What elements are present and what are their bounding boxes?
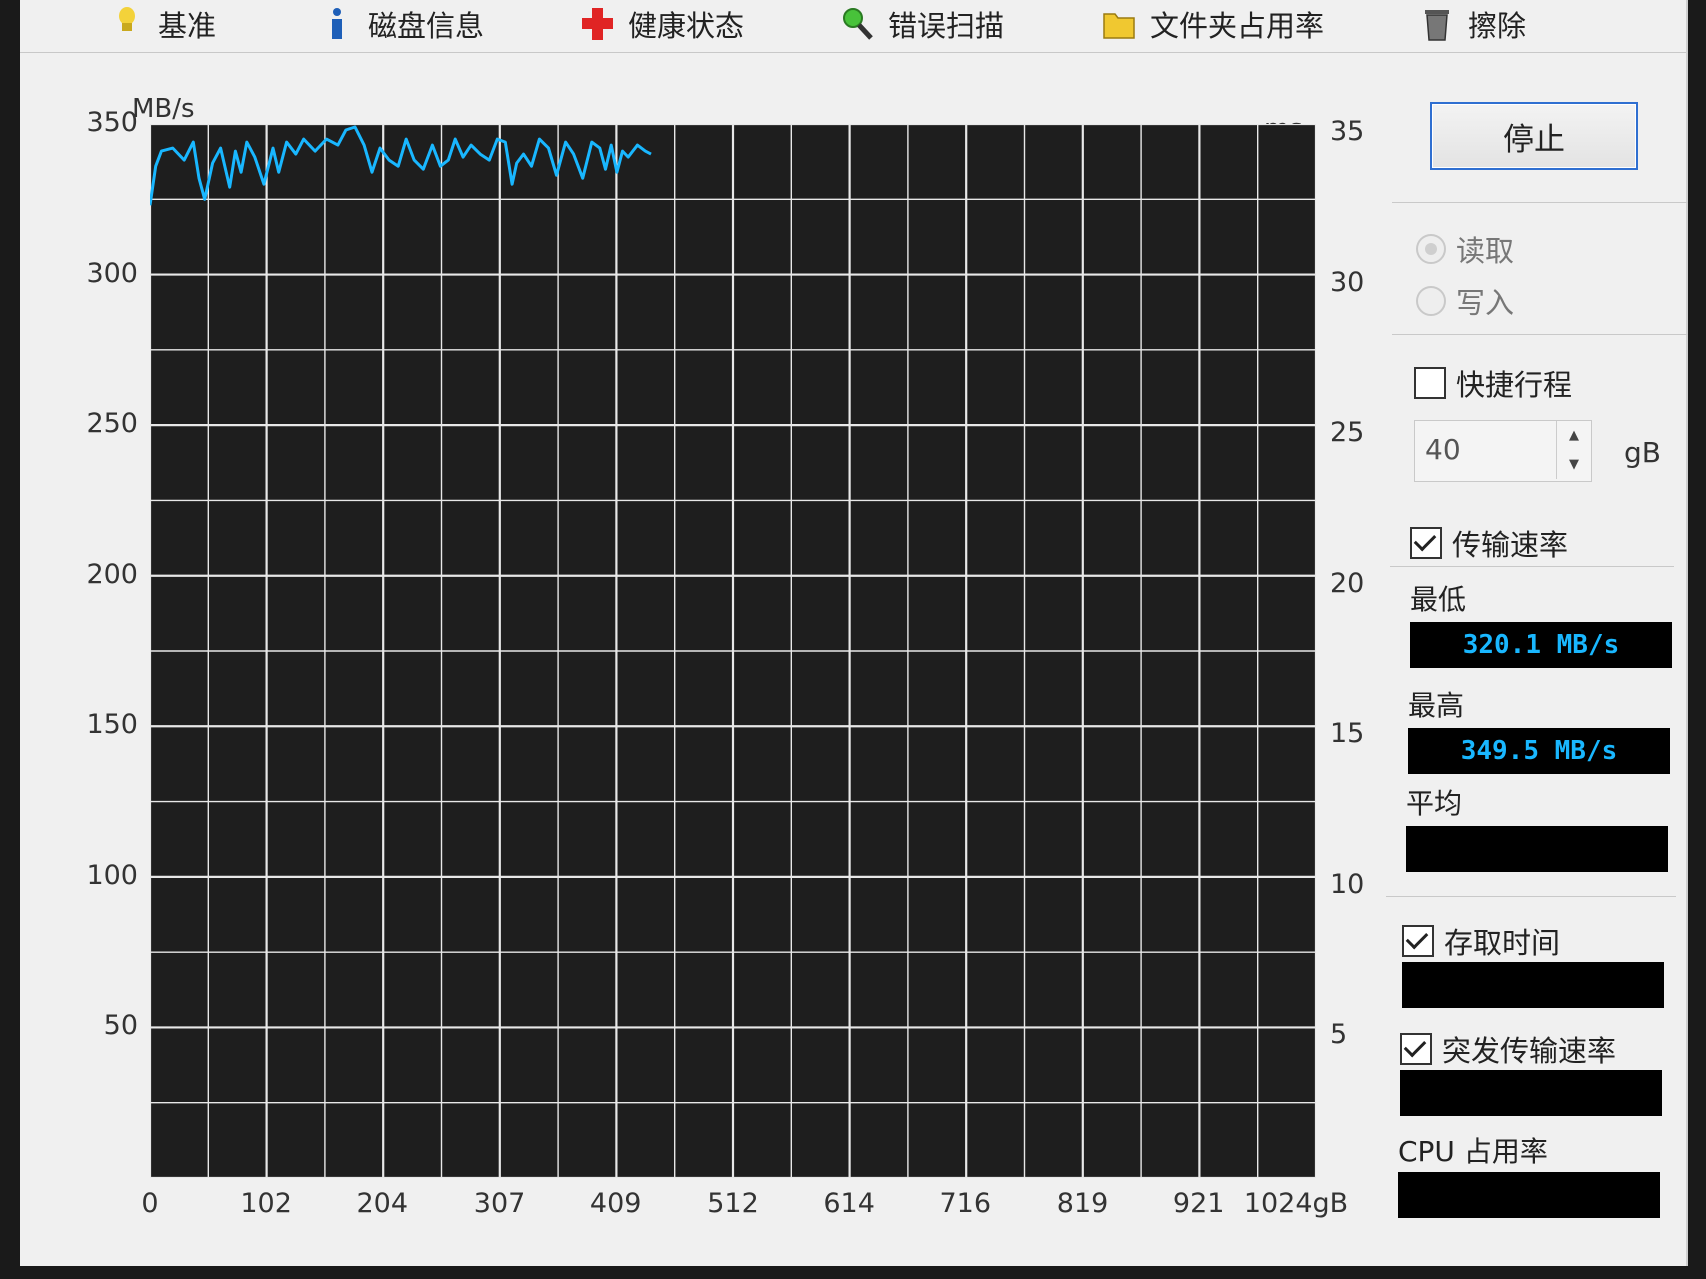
benchmark-window: 基准 磁盘信息 健康状态 错误扫描 文件夹占用率 擦除 MB/s 350 300… xyxy=(20,0,1688,1266)
access-time-check xyxy=(1402,925,1434,957)
max-value: 349.5 MB/s xyxy=(1460,736,1618,766)
tab-erase[interactable]: 擦除 xyxy=(1420,0,1526,48)
x-tick-label: 819 xyxy=(1056,1188,1109,1219)
cpu-label: CPU 占用率 xyxy=(1398,1135,1548,1168)
read-radio[interactable]: 读取 xyxy=(1416,228,1514,270)
burst-rate-label: 突发传输速率 xyxy=(1442,1034,1617,1068)
x-tick-label: 204 xyxy=(356,1188,409,1219)
y-tick-label-right: 30 xyxy=(1330,266,1365,298)
y-tick-label-left: 250 xyxy=(86,408,138,440)
x-tick-label: 1024gB xyxy=(1243,1188,1349,1219)
access-time-label: 存取时间 xyxy=(1444,926,1561,960)
divider xyxy=(1392,202,1688,203)
y-tick-label-left: 350 xyxy=(86,107,138,138)
burst-rate-readout xyxy=(1400,1070,1662,1116)
stepper-down-icon[interactable]: ▼ xyxy=(1557,450,1591,479)
quick-pass-check xyxy=(1414,367,1446,399)
access-time-readout xyxy=(1402,962,1664,1008)
y-tick-label-left: 200 xyxy=(86,558,138,590)
y-tick-label-right: 25 xyxy=(1330,417,1365,449)
stop-button[interactable]: 停止 xyxy=(1430,102,1638,170)
tab-disk-info[interactable]: 磁盘信息 xyxy=(320,0,484,48)
max-readout: 349.5 MB/s xyxy=(1408,728,1670,774)
x-tick-label: 921 xyxy=(1172,1188,1225,1219)
stop-button-label: 停止 xyxy=(1503,121,1565,158)
x-tick-label: 409 xyxy=(589,1188,642,1219)
quick-pass-label: 快捷行程 xyxy=(1456,368,1573,402)
magnifier-icon xyxy=(840,6,874,42)
tab-label: 擦除 xyxy=(1468,9,1527,43)
avg-readout xyxy=(1406,826,1668,872)
tab-label: 文件夹占用率 xyxy=(1150,9,1325,43)
y-tick-label-right: 15 xyxy=(1330,718,1365,750)
trash-icon xyxy=(1420,6,1454,42)
min-label: 最低 xyxy=(1410,583,1467,616)
cpu-readout xyxy=(1398,1172,1660,1218)
red-cross-icon xyxy=(580,6,614,42)
y-axis-unit-left: MB/s xyxy=(132,94,195,124)
quick-pass-unit: gB xyxy=(1624,436,1661,469)
y-tick-label-right: 10 xyxy=(1330,868,1365,900)
write-radio[interactable]: 写入 xyxy=(1416,280,1514,322)
transfer-rate-plot xyxy=(150,124,1316,1178)
avg-label: 平均 xyxy=(1406,787,1463,820)
y-tick-label-left: 100 xyxy=(86,859,138,891)
x-tick-label: 614 xyxy=(823,1188,875,1219)
read-label: 读取 xyxy=(1456,234,1515,268)
transfer-rate-check xyxy=(1410,527,1442,559)
info-icon xyxy=(320,6,354,42)
y-tick-label-left: 150 xyxy=(86,709,138,741)
x-tick-label: 307 xyxy=(473,1188,526,1219)
tab-label: 错误扫描 xyxy=(888,9,1005,43)
tab-error-scan[interactable]: 错误扫描 xyxy=(840,0,1004,48)
y-tick-label-left: 50 xyxy=(103,1010,138,1042)
y-tick-label-right: 5 xyxy=(1330,1019,1348,1051)
y-tick-label-right: 20 xyxy=(1330,567,1365,599)
quick-pass-stepper[interactable]: 40 ▲ ▼ xyxy=(1414,420,1592,482)
tab-label: 基准 xyxy=(158,9,217,43)
burst-rate-check xyxy=(1400,1033,1432,1065)
x-tick-label: 102 xyxy=(240,1188,292,1219)
write-label: 写入 xyxy=(1456,286,1515,320)
stepper-arrows: ▲ ▼ xyxy=(1556,421,1591,479)
access-time-checkbox[interactable]: 存取时间 xyxy=(1402,920,1560,962)
transfer-rate-label: 传输速率 xyxy=(1452,528,1569,562)
max-label: 最高 xyxy=(1408,689,1465,722)
min-readout: 320.1 MB/s xyxy=(1410,622,1672,668)
divider xyxy=(1392,334,1688,335)
stepper-up-icon[interactable]: ▲ xyxy=(1557,421,1591,450)
tab-label: 健康状态 xyxy=(628,9,745,43)
y-tick-label-left: 300 xyxy=(86,257,138,289)
lightbulb-icon xyxy=(110,6,144,42)
transfer-rate-checkbox[interactable]: 传输速率 xyxy=(1410,522,1568,564)
divider xyxy=(1386,896,1676,897)
tab-folder-usage[interactable]: 文件夹占用率 xyxy=(1102,0,1324,48)
burst-rate-checkbox[interactable]: 突发传输速率 xyxy=(1400,1028,1616,1070)
x-tick-label: 512 xyxy=(707,1188,759,1219)
tab-health[interactable]: 健康状态 xyxy=(580,0,744,48)
write-radio-dot xyxy=(1416,286,1446,316)
divider xyxy=(1390,566,1674,567)
y-tick-label-right: 35 xyxy=(1330,116,1365,147)
quick-pass-checkbox[interactable]: 快捷行程 xyxy=(1414,362,1572,404)
tab-label: 磁盘信息 xyxy=(368,9,485,43)
min-value: 320.1 MB/s xyxy=(1462,630,1620,660)
tab-benchmark[interactable]: 基准 xyxy=(110,0,216,48)
tab-bar: 基准 磁盘信息 健康状态 错误扫描 文件夹占用率 擦除 xyxy=(20,0,1686,53)
quick-pass-value: 40 xyxy=(1425,433,1461,466)
read-radio-dot xyxy=(1416,234,1446,264)
x-tick-label: 0 xyxy=(141,1188,159,1219)
folder-icon xyxy=(1102,6,1136,42)
x-tick-label: 716 xyxy=(939,1188,992,1219)
